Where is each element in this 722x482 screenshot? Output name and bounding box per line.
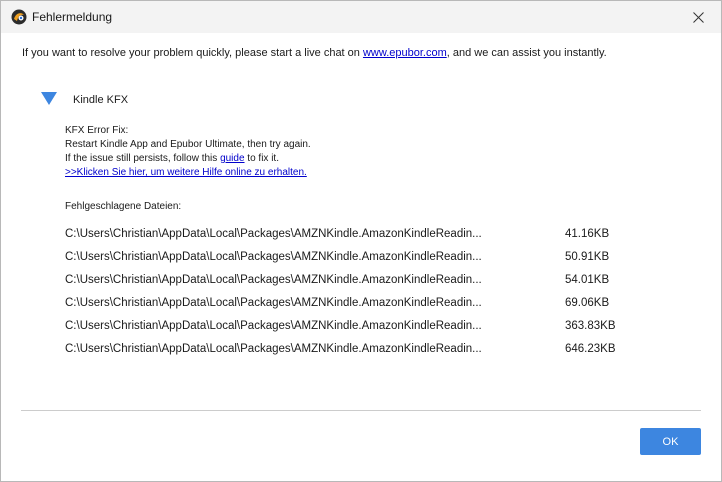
fix-line-1: Restart Kindle App and Epubor Ultimate, …	[65, 139, 311, 150]
file-row: C:\Users\Christian\AppData\Local\Package…	[65, 343, 665, 366]
file-path: C:\Users\Christian\AppData\Local\Package…	[65, 297, 482, 309]
close-icon	[692, 11, 704, 23]
fix-line-2-after: to fix it.	[244, 153, 279, 164]
section-title: Kindle KFX	[73, 94, 129, 106]
file-row: C:\Users\Christian\AppData\Local\Package…	[65, 320, 665, 343]
file-size: 41.16KB	[565, 228, 610, 240]
fix-instructions: KFX Error Fix: Restart Kindle App and Ep…	[65, 124, 311, 180]
failed-files-label: Fehlgeschlagene Dateien:	[65, 201, 182, 212]
file-path: C:\Users\Christian\AppData\Local\Package…	[65, 320, 482, 332]
file-path: C:\Users\Christian\AppData\Local\Package…	[65, 274, 482, 286]
file-row: C:\Users\Christian\AppData\Local\Package…	[65, 297, 665, 320]
intro-text-before: If you want to resolve your problem quic…	[22, 47, 363, 59]
online-help-link[interactable]: >>Klicken Sie hier, um weitere Hilfe onl…	[65, 167, 307, 178]
footer-divider	[21, 410, 701, 411]
file-size: 54.01KB	[565, 274, 610, 286]
file-path: C:\Users\Christian\AppData\Local\Package…	[65, 251, 482, 263]
file-size: 69.06KB	[565, 297, 610, 309]
file-size: 646.23KB	[565, 343, 616, 355]
epubor-app-icon	[11, 9, 27, 25]
intro-message: If you want to resolve your problem quic…	[22, 47, 607, 59]
file-row: C:\Users\Christian\AppData\Local\Package…	[65, 274, 665, 297]
intro-text-after: , and we can assist you instantly.	[446, 47, 607, 59]
file-size: 50.91KB	[565, 251, 610, 263]
guide-link[interactable]: guide	[220, 153, 244, 164]
file-size: 363.83KB	[565, 320, 616, 332]
file-row: C:\Users\Christian\AppData\Local\Package…	[65, 251, 665, 274]
close-button[interactable]	[675, 1, 721, 33]
file-path: C:\Users\Christian\AppData\Local\Package…	[65, 343, 482, 355]
window-title: Fehlermeldung	[32, 10, 113, 24]
epubor-website-link[interactable]: www.epubor.com	[363, 47, 447, 59]
fix-heading: KFX Error Fix:	[65, 125, 129, 136]
failed-files-list: C:\Users\Christian\AppData\Local\Package…	[65, 228, 665, 366]
error-dialog: Fehlermeldung If you want to resolve you…	[0, 0, 722, 482]
file-path: C:\Users\Christian\AppData\Local\Package…	[65, 228, 482, 240]
expand-triangle-icon[interactable]	[41, 92, 57, 105]
file-row: C:\Users\Christian\AppData\Local\Package…	[65, 228, 665, 251]
title-bar[interactable]: Fehlermeldung	[1, 1, 721, 33]
fix-line-2-before: If the issue still persists, follow this	[65, 153, 221, 164]
fix-line-2: If the issue still persists, follow this…	[65, 152, 311, 166]
ok-button[interactable]: OK	[640, 428, 701, 455]
